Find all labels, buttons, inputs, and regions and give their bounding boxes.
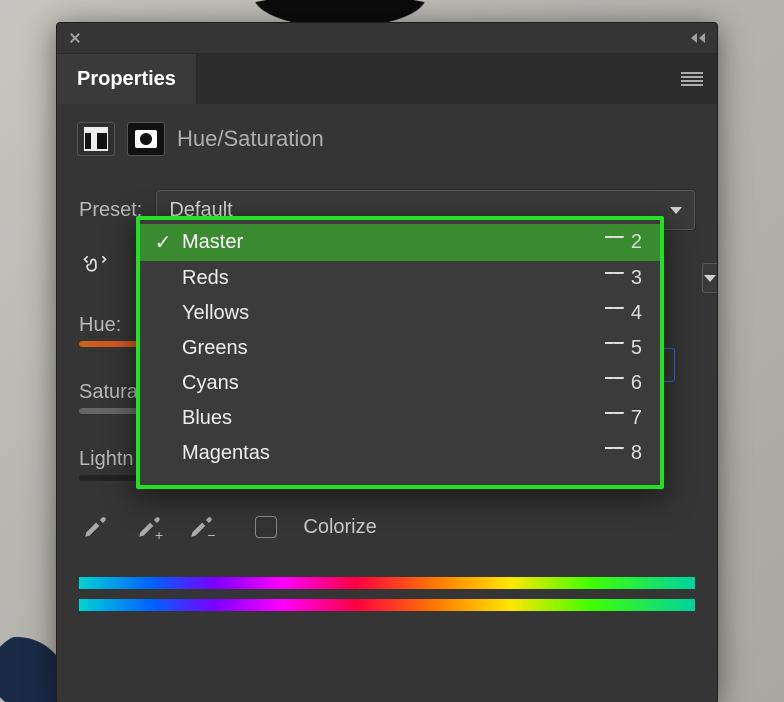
preset-label: Preset: [79,199,142,222]
saturation-track[interactable] [79,408,139,414]
option-key-icon [605,307,625,321]
scrubby-hand-icon[interactable] [79,246,111,278]
adjustment-title: Hue/Saturation [177,126,324,152]
channel-option-magentas[interactable]: Magentas 8 [140,436,660,471]
option-key-icon [605,447,625,461]
shortcut-number: 3 [631,267,642,290]
shortcut-label: 2 [605,231,642,254]
channel-option-master[interactable]: ✓ Master 2 [140,224,660,261]
hue-spectrum-bottom[interactable] [79,599,695,611]
shortcut-label: 6 [605,372,642,395]
channel-option-label: Blues [182,407,232,430]
adjustment-layer-icon[interactable] [77,122,115,156]
chevron-down-icon [670,207,682,214]
eyedropper-subtract-icon[interactable] [185,511,217,543]
channel-option-label: Magentas [182,442,270,465]
channel-option-label: Reds [182,267,229,290]
shortcut-label: 5 [605,337,642,360]
close-icon[interactable] [69,32,81,44]
canvas-background: Properties Hue/Saturation Preset: Defaul… [0,0,784,702]
channel-dropdown-menu[interactable]: ✓ Master 2 Reds 3 Yellows 4 Greens 5 Cyans 6 Blues 7… [136,216,664,489]
panel-topbar [57,23,717,54]
shortcut-label: 3 [605,267,642,290]
collapse-chevrons-icon[interactable] [691,33,705,43]
eyedropper-row: + − Colorize [79,511,695,543]
channel-option-label: Yellows [182,302,249,325]
shortcut-number: 5 [631,337,642,360]
shortcut-label: 4 [605,302,642,325]
channel-option-cyans[interactable]: Cyans 6 [140,366,660,401]
shortcut-label: 7 [605,407,642,430]
option-key-icon [605,236,625,250]
lightness-track[interactable] [79,475,139,481]
option-key-icon [605,272,625,286]
shortcut-number: 2 [631,231,642,254]
hue-spectrum-top[interactable] [79,577,695,589]
panel-menu-icon[interactable] [681,72,703,86]
channel-option-label: Master [182,231,243,254]
channel-select-chevron-icon[interactable] [702,263,717,293]
hue-track[interactable] [79,341,139,347]
option-key-icon [605,342,625,356]
tab-properties[interactable]: Properties [57,54,197,104]
channel-option-label: Greens [182,337,248,360]
channel-option-blues[interactable]: Blues 7 [140,401,660,436]
checkmark-icon: ✓ [154,230,172,255]
colorize-checkbox[interactable] [255,516,277,538]
channel-option-yellows[interactable]: Yellows 4 [140,296,660,331]
shortcut-number: 6 [631,372,642,395]
channel-option-greens[interactable]: Greens 5 [140,331,660,366]
channel-option-label: Cyans [182,372,239,395]
shortcut-number: 8 [631,442,642,465]
eyedropper-icon[interactable] [79,511,111,543]
option-key-icon [605,377,625,391]
section-header: Hue/Saturation [57,104,717,174]
shortcut-number: 7 [631,407,642,430]
channel-option-reds[interactable]: Reds 3 [140,261,660,296]
shortcut-label: 8 [605,442,642,465]
option-key-icon [605,412,625,426]
panel-tabs: Properties [57,54,717,104]
shortcut-number: 4 [631,302,642,325]
layer-mask-icon[interactable] [127,122,165,156]
tab-properties-label: Properties [77,68,176,91]
colorize-label: Colorize [303,516,376,539]
eyedropper-add-icon[interactable] [133,511,165,543]
